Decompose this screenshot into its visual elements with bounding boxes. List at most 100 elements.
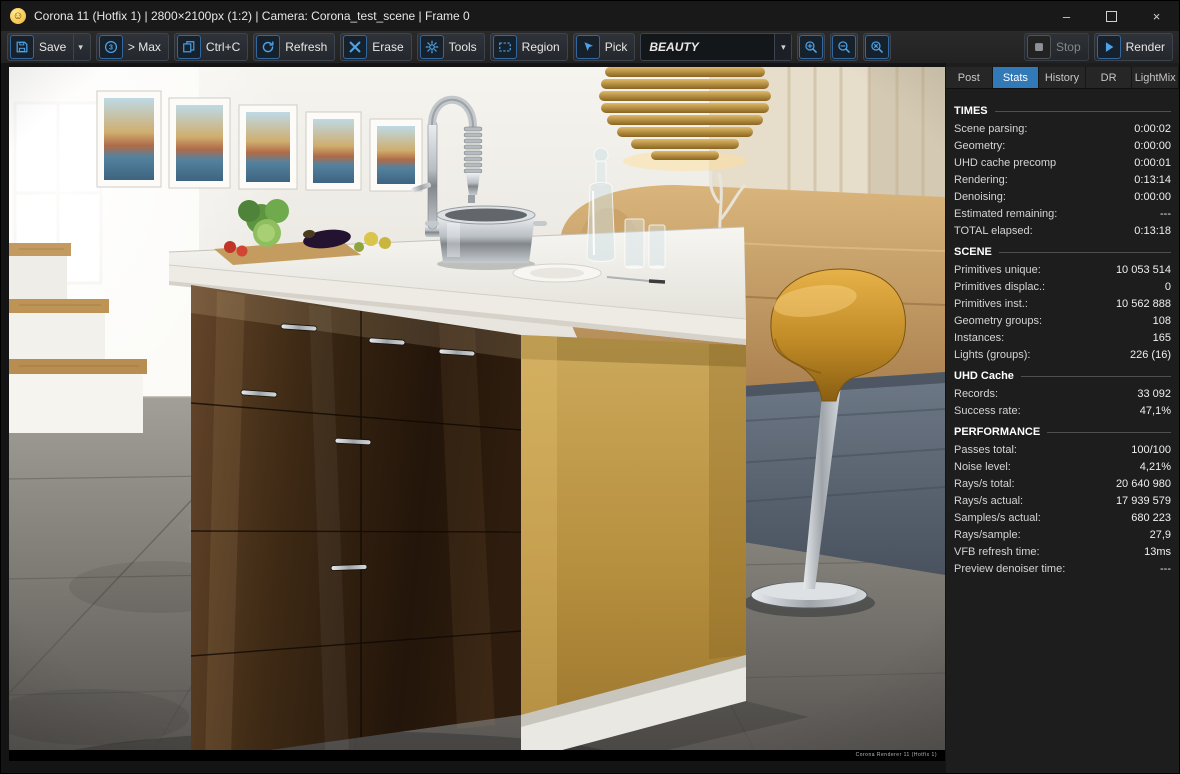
stats-sections: TIMES Scene parsing: 0:00:02 Geometry: 0:00:… (946, 89, 1179, 578)
zoom-out-icon (832, 35, 857, 59)
stat-row: Geometry: 0:00:00 (946, 138, 1179, 155)
stat-value: 108 (1152, 315, 1171, 327)
channel-dropdown-arrow[interactable]: ▾ (774, 34, 792, 60)
region-icon (492, 35, 517, 59)
stat-row: Estimated remaining: --- (946, 206, 1179, 223)
max-resolution-button[interactable]: 3 > Max (95, 33, 169, 61)
stop-icon (1026, 35, 1051, 59)
svg-text:3: 3 (109, 43, 113, 52)
maximize-button[interactable] (1089, 1, 1134, 31)
stat-label: Rendering: (954, 174, 1008, 186)
stat-value: 27,9 (1149, 529, 1171, 541)
tab-post[interactable]: Post (946, 67, 993, 88)
stat-label: Primitives displac.: (954, 281, 1046, 293)
render-label: Render (1125, 40, 1165, 54)
stat-value: 100/100 (1131, 444, 1171, 456)
refresh-button[interactable]: Refresh (253, 33, 336, 61)
stat-label: Lights (groups): (954, 349, 1031, 361)
erase-button[interactable]: Erase (340, 33, 412, 61)
stat-value: 13ms (1144, 546, 1171, 558)
stop-label: Stop (1055, 40, 1081, 54)
stat-label: Scene parsing: (954, 123, 1028, 135)
stat-value: 10 562 888 (1115, 298, 1171, 310)
minimize-button[interactable]: – (1044, 1, 1089, 31)
tab-lightmix[interactable]: LightMix (1132, 67, 1179, 88)
stat-value: 47,1% (1139, 405, 1171, 417)
stat-value: 33 092 (1137, 388, 1171, 400)
stat-label: Rays/sample: (954, 529, 1021, 541)
region-button[interactable]: Region (489, 33, 568, 61)
stat-label: Instances: (954, 332, 1005, 344)
stat-label: Geometry: (954, 140, 1006, 152)
window-title: Corona 11 (Hotfix 1) | 2800×2100px (1:2)… (34, 9, 470, 23)
stat-value: 4,21% (1139, 461, 1171, 473)
stat-value: 20 640 980 (1115, 478, 1171, 490)
stat-value: 0:00:01 (1134, 157, 1171, 169)
corona-vfb-window: ☺ Corona 11 (Hotfix 1) | 2800×2100px (1:… (0, 0, 1180, 774)
rendered-image (9, 67, 945, 761)
stat-row: Records: 33 092 (946, 386, 1179, 403)
save-dropdown-arrow[interactable]: ▾ (73, 34, 83, 60)
pick-arrow-icon (575, 35, 600, 59)
stat-row: Rays/s total: 20 640 980 (946, 476, 1179, 493)
copy-icon (176, 35, 201, 59)
render-button[interactable]: Render (1093, 33, 1173, 61)
stat-label: Geometry groups: (954, 315, 1043, 327)
stat-label: Passes total: (954, 444, 1017, 456)
save-button[interactable]: Save ▾ (7, 33, 91, 61)
side-panel: Post Stats History DR LightMix TIMES Scene pa… (946, 63, 1179, 773)
titlebar: ☺ Corona 11 (Hotfix 1) | 2800×2100px (1:… (1, 1, 1179, 31)
render-viewport[interactable]: Corona Renderer 11 (Hotfix 1) (9, 67, 945, 761)
stat-value: 0 (1164, 281, 1171, 293)
tab-stats[interactable]: Stats (992, 67, 1040, 88)
max-label: > Max (127, 40, 161, 54)
zoom-in-button[interactable] (797, 33, 826, 61)
stat-row: Instances: 165 (946, 330, 1179, 347)
stat-value: 0:13:18 (1134, 225, 1171, 237)
zoom-reset-button[interactable] (863, 33, 892, 61)
tab-dr[interactable]: DR (1085, 67, 1133, 88)
stat-value: 17 939 579 (1115, 495, 1171, 507)
smiley-icon: ☺ (12, 9, 24, 22)
stat-value: 226 (16) (1130, 349, 1171, 361)
stats-section-title: TIMES (946, 99, 1179, 121)
stat-value: 0:00:02 (1134, 123, 1171, 135)
zoom-out-button[interactable] (830, 33, 859, 61)
stats-section-title: SCENE (946, 240, 1179, 262)
refresh-label: Refresh (285, 40, 328, 54)
stamp-number-icon: 3 (98, 35, 123, 59)
stat-row: TOTAL elapsed: 0:13:18 (946, 223, 1179, 240)
stat-row: Geometry groups: 108 (946, 313, 1179, 330)
stat-row: Rays/sample: 27,9 (946, 527, 1179, 544)
stat-label: Samples/s actual: (954, 512, 1041, 524)
stat-row: Denoising: 0:00:00 (946, 189, 1179, 206)
erase-icon (343, 35, 368, 59)
region-label: Region (521, 40, 560, 54)
stat-value: --- (1160, 563, 1171, 575)
stats-section-title: UHD Cache (946, 364, 1179, 386)
stat-label: Success rate: (954, 405, 1021, 417)
tools-button[interactable]: Tools (416, 33, 485, 61)
copy-label: Ctrl+C (205, 40, 241, 54)
stop-button[interactable]: Stop (1023, 33, 1089, 61)
stat-row: Scene parsing: 0:00:02 (946, 121, 1179, 138)
gear-icon (419, 35, 444, 59)
render-stamp: Corona Renderer 11 (Hotfix 1) (9, 750, 945, 761)
stats-section-title: PERFORMANCE (946, 420, 1179, 442)
close-button[interactable]: × (1134, 1, 1179, 31)
stat-value: 0:00:00 (1134, 191, 1171, 203)
stat-value: 680 223 (1131, 512, 1171, 524)
zoom-reset-icon (865, 35, 890, 59)
stat-label: Primitives unique: (954, 264, 1041, 276)
stat-label: UHD cache precomp (954, 157, 1057, 169)
stat-row: Preview denoiser time: --- (946, 561, 1179, 578)
stat-row: Passes total: 100/100 (946, 442, 1179, 459)
copy-button[interactable]: Ctrl+C (173, 33, 249, 61)
save-icon (10, 35, 34, 59)
channel-select[interactable]: BEAUTY ▾ (640, 33, 793, 61)
refresh-icon (256, 35, 281, 59)
pick-button[interactable]: Pick (572, 33, 636, 61)
stat-row: UHD cache precomp 0:00:01 (946, 155, 1179, 172)
tab-history[interactable]: History (1039, 67, 1086, 88)
stat-label: Estimated remaining: (954, 208, 1058, 220)
